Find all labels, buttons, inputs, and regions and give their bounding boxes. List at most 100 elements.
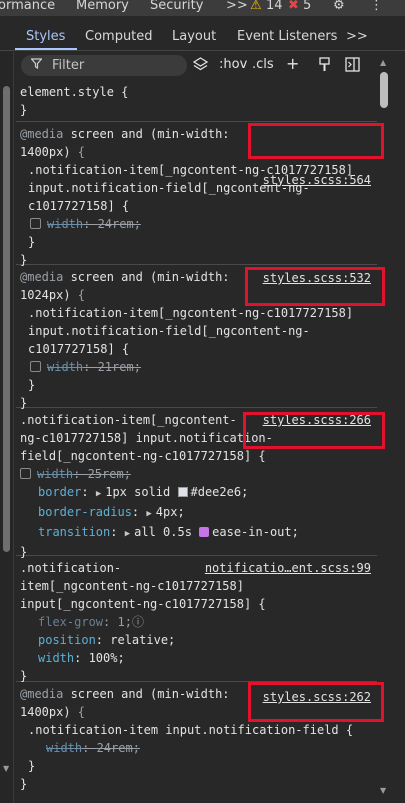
filter-input[interactable]: Filter [21, 55, 187, 76]
media-query: screen and (min-width: [63, 687, 230, 701]
property-name[interactable]: width [47, 360, 83, 374]
rule-selector-line[interactable]: .notification-item[_ngcontent-ng-c101772… [20, 304, 373, 322]
property-value[interactable]: 1; [117, 615, 131, 629]
class-toggle[interactable]: .cls [252, 57, 274, 72]
element-style-rule[interactable]: element.style { } [16, 80, 377, 122]
property-value[interactable]: 24rem; [97, 741, 140, 755]
settings-gear-icon[interactable]: ⚙ [333, 0, 345, 13]
styles-pane-scrollbar[interactable]: ▲ ▼ [378, 52, 392, 803]
media-keyword: @media [20, 127, 64, 141]
scroll-down-arrow-icon[interactable]: ▼ [380, 786, 386, 795]
left-panel-scrollbar[interactable]: ▼ [0, 52, 14, 803]
warning-icon[interactable]: ⚠ [250, 0, 262, 13]
highlight-box-262 [248, 682, 384, 722]
rule-close-brace: } [20, 103, 28, 117]
property-value[interactable]: 1px solid [105, 485, 170, 499]
property-name[interactable]: transition [38, 525, 110, 539]
property-value[interactable]: 21rem; [98, 360, 141, 374]
tab-event-listeners[interactable]: Event Listeners [237, 29, 337, 44]
warning-count[interactable]: 14 [266, 0, 283, 13]
property-value[interactable]: 24rem; [98, 217, 141, 231]
media-query-value: 1024px) [20, 288, 71, 302]
media-query-value: 1400px) [20, 145, 71, 159]
property-name[interactable]: border [38, 485, 81, 499]
expand-triangle-icon[interactable]: ▶ [146, 509, 151, 519]
media-query: screen and (min-width: [63, 270, 230, 284]
media-open-brace: { [70, 288, 86, 302]
tab-performance[interactable]: ormance [0, 0, 55, 13]
property-name[interactable]: flex-grow [38, 615, 103, 629]
tab-security[interactable]: Security [150, 0, 203, 13]
styles-filter-bar: Filter :hov .cls + [0, 52, 405, 80]
property-value[interactable]: ease-in-out; [212, 525, 299, 539]
highlight-box-266 [243, 412, 385, 449]
tab-layout[interactable]: Layout [172, 29, 216, 44]
property-name[interactable]: width [38, 651, 74, 665]
color-swatch[interactable] [177, 487, 188, 497]
filter-placeholder: Filter [52, 58, 85, 73]
media-open-brace: { [70, 705, 86, 719]
media-open-brace: { [70, 145, 86, 159]
property-checkbox[interactable] [20, 468, 31, 479]
rule-selector-line[interactable]: input[_ngcontent-ng-c1017727158] { [20, 595, 373, 613]
tab-styles[interactable]: Styles [26, 29, 65, 44]
media-keyword: @media [20, 687, 64, 701]
property-name[interactable]: width [37, 467, 73, 481]
property-value[interactable]: 100%; [89, 651, 125, 665]
expand-triangle-icon[interactable]: ▶ [96, 489, 101, 499]
devtools-main-toolbar: ormance Memory Security >> ⚠ 14 ✖ 5 ⚙ ⋮ [0, 0, 405, 16]
notification-component-rule-99[interactable]: .notification- notificatio…ent.scss:99 i… [16, 556, 377, 683]
sidebar-tab-bar: Styles Computed Layout Event Listeners >… [0, 24, 405, 51]
media-keyword: @media [20, 270, 64, 284]
left-scrollbar-thumb[interactable] [3, 86, 10, 552]
rule-close-brace: } [28, 759, 36, 773]
rule-selector-line[interactable]: item[_ngcontent-ng-c1017727158] [20, 577, 373, 595]
new-rule-plus-icon[interactable]: + [286, 54, 299, 73]
color-format-icon[interactable] [318, 57, 331, 76]
rule-close-brace: } [28, 235, 36, 249]
rule-selector-line[interactable]: .notification-item input.notification-fi… [20, 721, 373, 739]
scroll-down-arrow-icon[interactable]: ▼ [3, 764, 9, 773]
property-checkbox[interactable] [30, 361, 41, 372]
property-value[interactable]: all 0.5s [134, 525, 192, 539]
property-name[interactable]: width [46, 741, 82, 755]
error-icon[interactable]: ✖ [288, 0, 299, 13]
media-query-value: 1400px) [20, 705, 71, 719]
property-value[interactable]: 25rem; [88, 467, 131, 481]
rule-selector-line[interactable]: c1017727158] { [20, 197, 373, 215]
more-options-icon[interactable]: ⋮ [370, 0, 383, 13]
tab-computed[interactable]: Computed [85, 29, 153, 44]
property-name[interactable]: width [47, 217, 83, 231]
source-link-notification-component-scss-99[interactable]: notificatio…ent.scss:99 [205, 559, 371, 577]
highlight-box-564 [248, 123, 384, 159]
source-link-styles-scss-564[interactable]: styles.scss:564 [263, 171, 371, 189]
property-checkbox[interactable] [30, 218, 41, 229]
active-tab-indicator [15, 48, 77, 50]
rule-selector-line[interactable]: input.notification-field[_ngcontent-ng- [20, 322, 373, 340]
rule-selector-line[interactable]: c1017727158] { [20, 340, 373, 358]
more-sidebar-tabs-button[interactable]: >> [346, 29, 368, 44]
expand-triangle-icon[interactable]: ▶ [125, 529, 130, 539]
media-close-brace: } [20, 777, 28, 791]
more-tabs-button[interactable]: >> [226, 0, 248, 13]
rendering-emulations-icon[interactable] [192, 57, 209, 76]
easing-editor-icon[interactable] [199, 527, 210, 537]
property-value[interactable]: #dee2e6; [191, 485, 249, 499]
property-value[interactable]: relative; [110, 633, 175, 647]
hover-state-toggle[interactable]: :hov [219, 57, 247, 72]
filter-funnel-icon [30, 58, 43, 73]
rule-selector-line[interactable]: field[_ngcontent-ng-c1017727158] { [20, 447, 373, 465]
info-icon[interactable]: ⓘ [132, 615, 144, 629]
property-name[interactable]: position [38, 633, 96, 647]
styles-scrollbar-thumb[interactable] [380, 72, 388, 108]
error-count[interactable]: 5 [303, 0, 311, 13]
toggle-computed-sidebar-icon[interactable] [345, 57, 360, 76]
scroll-up-arrow-icon[interactable]: ▲ [380, 58, 386, 67]
highlight-box-532 [245, 267, 385, 306]
element-style-selector[interactable]: element.style { [20, 83, 373, 101]
property-name[interactable]: border-radius [38, 505, 132, 519]
rule-close-brace: } [28, 378, 36, 392]
tab-memory[interactable]: Memory [76, 0, 129, 13]
property-value[interactable]: 4px; [156, 505, 185, 519]
media-query: screen and (min-width: [63, 127, 230, 141]
